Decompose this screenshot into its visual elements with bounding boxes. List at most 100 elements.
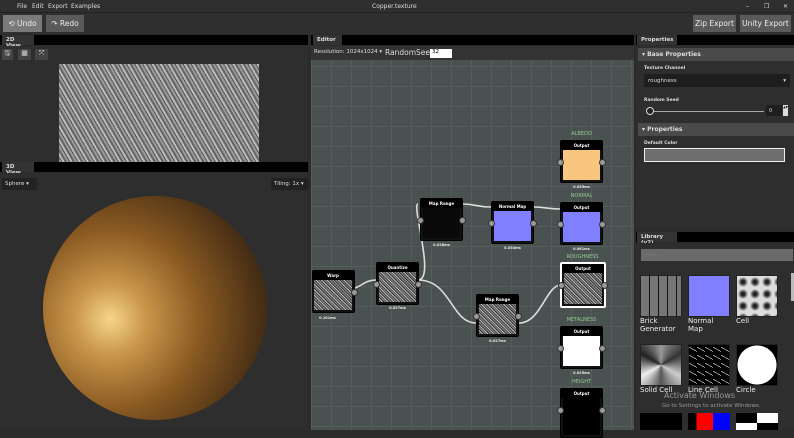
node-time: 0.061ms: [573, 247, 590, 251]
tab-editor[interactable]: Editor: [313, 35, 342, 45]
library-panel: Brick Generator Normal Map Cell Solid Ce…: [636, 243, 794, 430]
output-port[interactable]: [459, 217, 466, 224]
input-port[interactable]: [558, 282, 565, 289]
output-port[interactable]: [530, 220, 537, 227]
menu-export[interactable]: Export: [48, 3, 68, 10]
menu-examples[interactable]: Examples: [71, 3, 100, 10]
tab-properties[interactable]: Properties: [637, 35, 677, 45]
node-output-roughness[interactable]: Output: [558, 262, 608, 308]
minimize-icon[interactable]: –: [746, 3, 749, 10]
node-title: Output: [562, 264, 604, 273]
grid-icon[interactable]: ▦: [18, 49, 31, 60]
base-properties-header[interactable]: ▾ Base Properties: [638, 48, 794, 61]
view3d-tabbar: [0, 162, 308, 172]
library-item-circle[interactable]: Circle: [736, 344, 778, 394]
node-time: 0.101ms: [319, 316, 336, 320]
wire-maprange2-roughness: [518, 284, 562, 324]
output-port[interactable]: [599, 345, 606, 352]
input-port[interactable]: [557, 221, 564, 228]
texture-channel-value: roughness: [648, 78, 677, 84]
tab-library[interactable]: Library (v2): [637, 232, 677, 246]
close-icon[interactable]: ✕: [783, 3, 788, 10]
random-seed-slider[interactable]: [648, 111, 764, 112]
shape-select[interactable]: Sphere ▾: [2, 178, 37, 190]
library-filter-input[interactable]: [641, 249, 793, 261]
output-port[interactable]: [515, 313, 522, 320]
output-port[interactable]: [599, 407, 606, 414]
library-thumbnail[interactable]: [640, 413, 682, 430]
library-thumbnail[interactable]: [736, 413, 778, 430]
wire-maprange1-normalmap: [462, 203, 492, 208]
window-title: Copper.texture: [372, 3, 417, 10]
node-time: 0.027ms: [489, 339, 506, 343]
library-item-line-cell[interactable]: Line Cell: [688, 344, 730, 394]
save-icon[interactable]: 🖫: [2, 49, 13, 60]
title-bar: File Edit Export Examples Copper.texture…: [0, 0, 794, 12]
input-port[interactable]: [488, 220, 495, 227]
library-item-label: Circle: [736, 386, 756, 394]
library-thumbnail[interactable]: [688, 413, 730, 430]
input-port[interactable]: [557, 345, 564, 352]
library-item-brick-generator[interactable]: Brick Generator: [640, 275, 682, 333]
node-map-range-2[interactable]: Map Range: [473, 294, 522, 337]
node-title: Warp: [312, 271, 354, 280]
default-color-swatch[interactable]: [644, 148, 785, 162]
slider-thumb[interactable]: [646, 107, 654, 115]
input-port[interactable]: [373, 281, 380, 288]
wire-normalmap-output: [533, 206, 561, 210]
zip-export-button[interactable]: Zip Export: [693, 15, 736, 32]
output-port[interactable]: [415, 281, 422, 288]
output-port[interactable]: [601, 282, 608, 289]
output-port[interactable]: [599, 221, 606, 228]
view3d-panel: Sphere ▾ Tiling: 1x ▾: [0, 173, 308, 430]
sphere-preview[interactable]: [43, 196, 267, 420]
node-output-normal[interactable]: Output: [557, 202, 606, 245]
toolbar: ⟲ Undo ↷ Redo Zip Export Unity Export: [0, 12, 794, 34]
output-label-metalness: METALNESS: [566, 317, 597, 323]
output-label-normal: NORMAL: [570, 193, 593, 199]
node-time: 0.028ms: [433, 243, 450, 247]
fit-icon[interactable]: ⤧: [35, 49, 48, 60]
maximize-icon[interactable]: ❐: [764, 3, 769, 10]
node-output-albedo[interactable]: Output: [557, 140, 606, 183]
output-label-roughness: ROUGHNESS: [566, 254, 599, 260]
library-item-cell[interactable]: Cell: [736, 275, 778, 325]
output-port[interactable]: [351, 289, 358, 296]
input-port[interactable]: [557, 407, 564, 414]
node-time: 0.054ms: [504, 246, 521, 250]
tab-3d-view[interactable]: 3D View: [2, 162, 34, 176]
random-seed-input[interactable]: 0: [766, 105, 782, 116]
tab-2d-view[interactable]: 2D View: [2, 35, 34, 49]
menu-edit[interactable]: Edit: [32, 3, 44, 10]
input-port[interactable]: [473, 313, 480, 320]
node-warp[interactable]: Warp: [312, 270, 358, 313]
output-port[interactable]: [599, 159, 606, 166]
texture-channel-select[interactable]: roughness ▾: [644, 74, 790, 87]
redo-button[interactable]: ↷ Redo: [46, 15, 84, 32]
node-title: Output: [561, 141, 602, 150]
node-time: 0.027ms: [389, 306, 406, 310]
node-title: Output: [561, 203, 602, 212]
spinner-icon[interactable]: ▲▼: [783, 105, 788, 116]
circle-thumbnail: [736, 344, 778, 386]
menu-file[interactable]: File: [17, 3, 27, 10]
brick-thumbnail: [640, 275, 682, 317]
node-output-height[interactable]: Output: [557, 388, 606, 438]
undo-button[interactable]: ⟲ Undo: [3, 15, 42, 32]
tiling-select[interactable]: Tiling: 1x ▾: [271, 178, 308, 190]
wire-quantize-maprange2: [417, 279, 477, 324]
input-port[interactable]: [417, 217, 424, 224]
input-port[interactable]: [557, 159, 564, 166]
shape-value: Sphere: [5, 181, 25, 187]
node-time: 0.055ms: [573, 185, 590, 189]
library-item-solid-cell[interactable]: Solid Cell: [640, 344, 682, 394]
properties-header[interactable]: ▾ Properties: [638, 123, 794, 136]
library-item-normal-map[interactable]: Normal Map: [688, 275, 730, 333]
node-map-range-1[interactable]: Map Range: [417, 198, 466, 241]
node-normal-map[interactable]: Normal Map: [488, 201, 537, 244]
node-quantize[interactable]: Quantize: [373, 262, 422, 305]
node-output-metalness[interactable]: Output: [557, 326, 606, 369]
unity-export-button[interactable]: Unity Export: [740, 15, 791, 32]
library-item-label: Brick Generator: [640, 317, 676, 333]
node-title: Map Range: [421, 199, 462, 208]
